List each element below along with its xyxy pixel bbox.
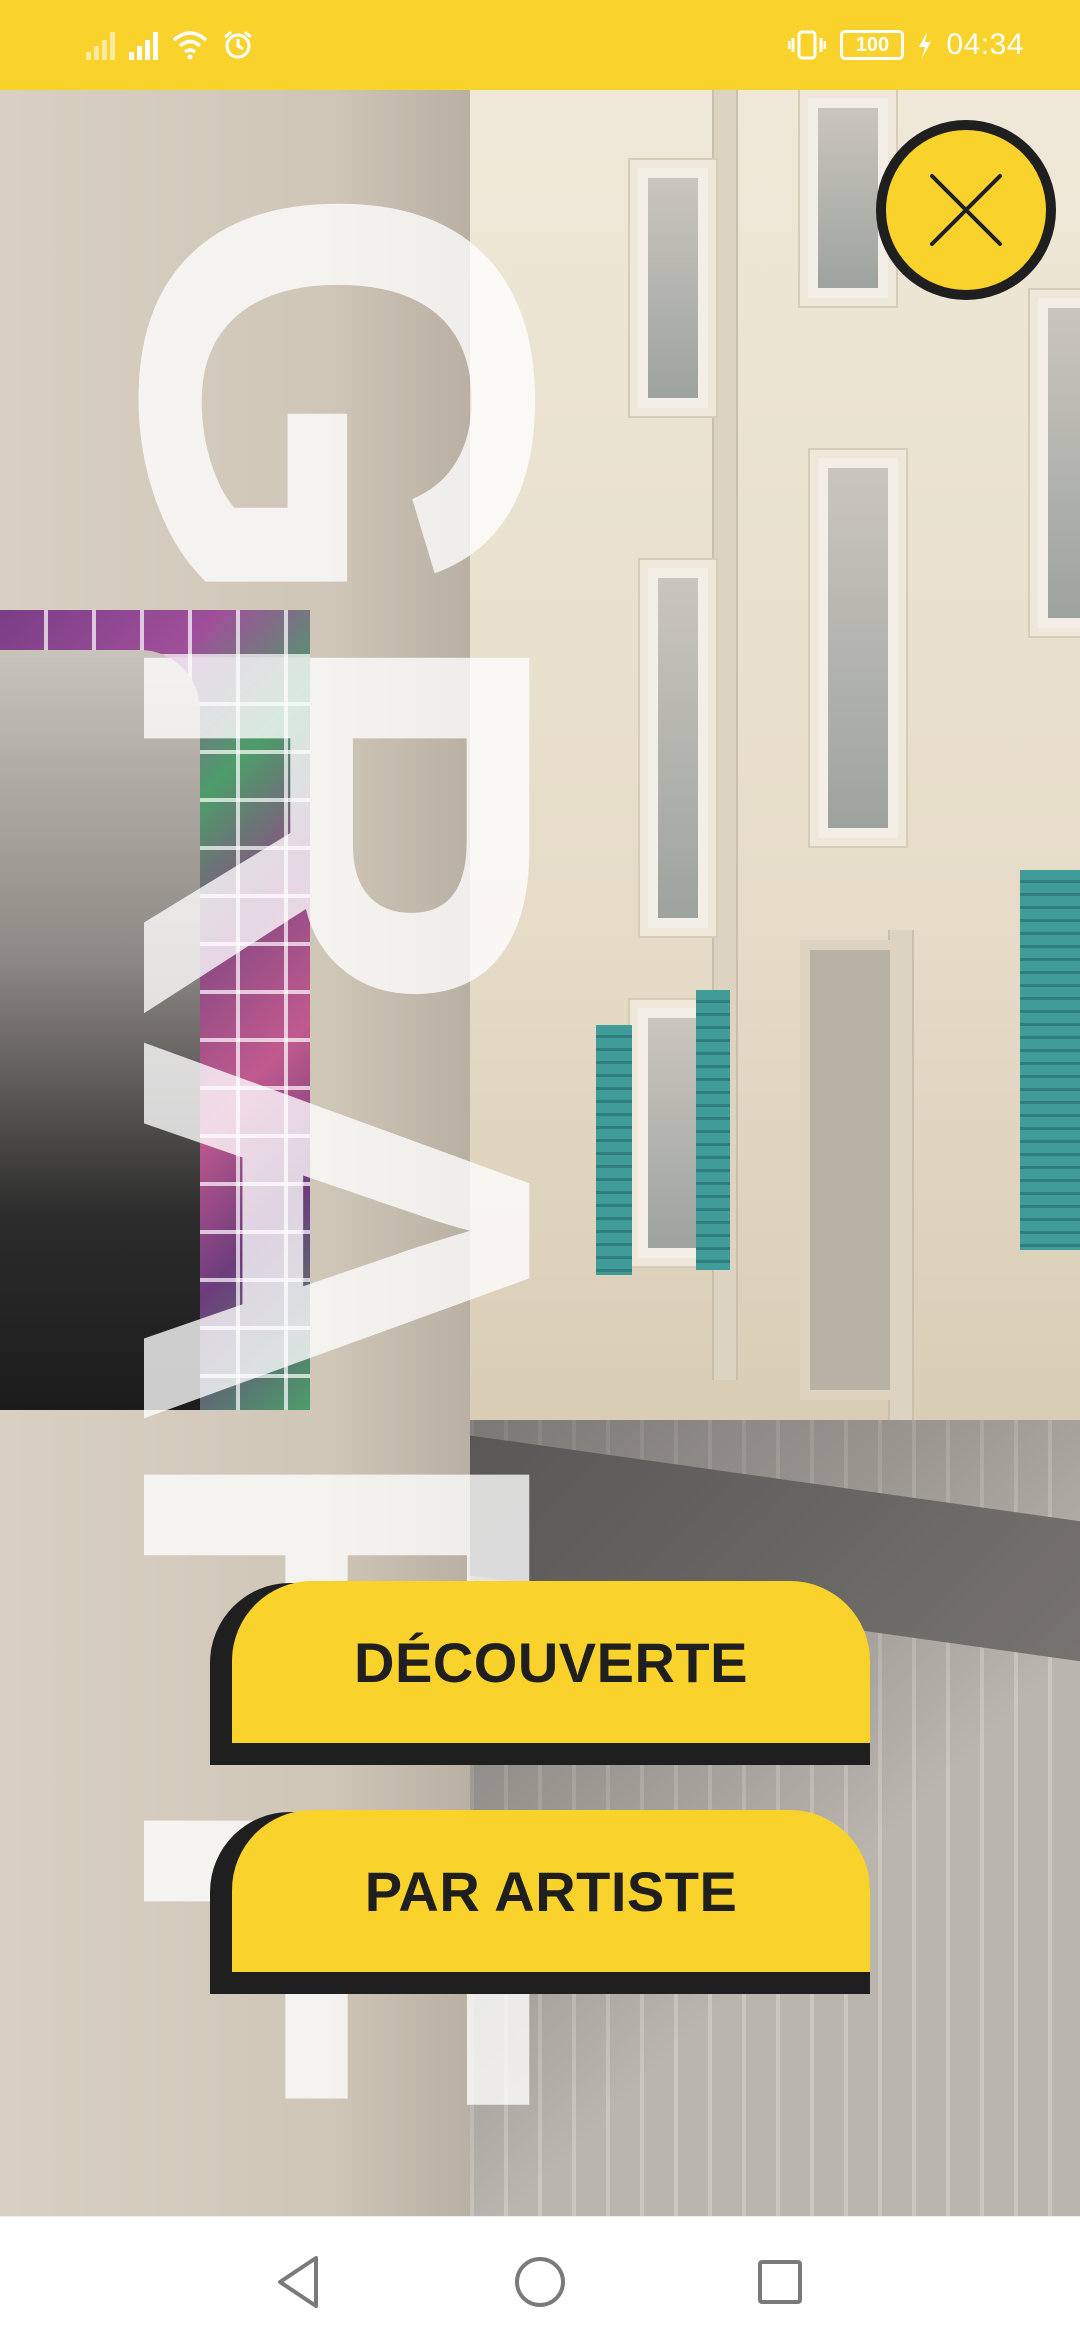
building-window <box>810 450 906 846</box>
signal-icon-sim2 <box>129 30 158 60</box>
nav-home-button[interactable] <box>495 2237 585 2327</box>
recents-icon <box>758 2260 802 2304</box>
navigation-bar <box>0 2216 1080 2341</box>
discovery-button[interactable]: DÉCOUVERTE <box>210 1581 870 1765</box>
discovery-button-label: DÉCOUVERTE <box>232 1581 870 1743</box>
building-window <box>640 560 716 936</box>
back-icon <box>278 2256 318 2308</box>
by-artist-button[interactable]: PAR ARTISTE <box>210 1810 870 1994</box>
close-icon <box>930 174 1002 246</box>
status-icons-right: 100 04:34 <box>788 22 1024 68</box>
wifi-icon <box>172 31 208 60</box>
battery-indicator: 100 <box>840 30 905 60</box>
status-time: 04:34 <box>946 28 1024 61</box>
vibrate-icon <box>788 30 827 60</box>
close-button[interactable] <box>876 120 1056 300</box>
charging-icon <box>919 32 932 58</box>
signal-icon-sim1 <box>86 30 115 60</box>
status-bar: 100 04:34 <box>0 0 1080 90</box>
nav-back-button[interactable] <box>254 2237 344 2327</box>
building-door <box>800 940 900 1400</box>
alarm-icon <box>224 30 252 59</box>
status-icons-left <box>86 24 254 66</box>
window-shutter <box>696 990 730 1270</box>
home-icon <box>515 2257 565 2307</box>
by-artist-button-label: PAR ARTISTE <box>232 1810 870 1972</box>
nav-recents-button[interactable] <box>735 2237 825 2327</box>
building-window <box>1030 290 1080 636</box>
window-shutter <box>1020 870 1080 1250</box>
